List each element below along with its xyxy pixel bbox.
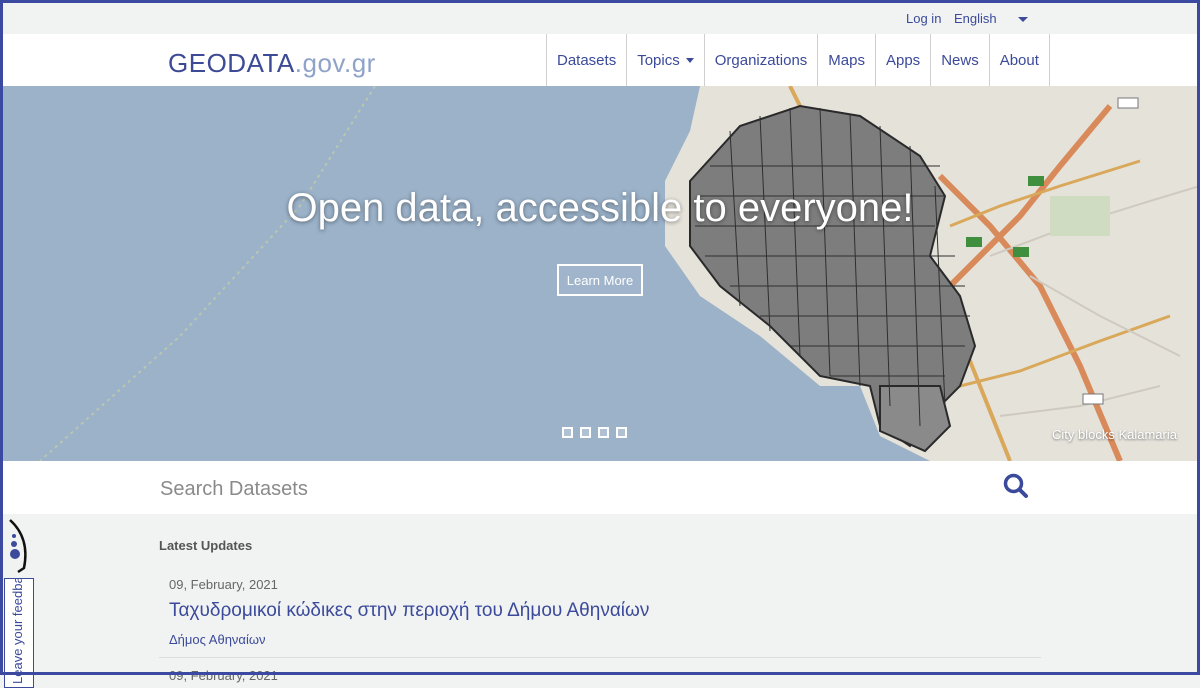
learn-more-button[interactable]: Learn More bbox=[557, 264, 643, 296]
carousel-dot[interactable] bbox=[616, 427, 627, 438]
nav-organizations-label: Organizations bbox=[714, 51, 808, 69]
carousel-indicators bbox=[562, 427, 627, 438]
nav-organizations[interactable]: Organizations bbox=[703, 34, 818, 86]
feedback-tab[interactable]: Leave your feedback bbox=[4, 578, 34, 688]
search-bar bbox=[0, 461, 1200, 514]
update-title-link[interactable]: Ταχυδρομικοί κώδικες στην περιοχή του Δή… bbox=[169, 600, 649, 622]
chevron-down-icon[interactable] bbox=[1018, 17, 1028, 22]
hero-carousel[interactable]: Open data, accessible to everyone! Learn… bbox=[0, 86, 1200, 461]
search-input[interactable] bbox=[158, 471, 982, 507]
update-date: 09, February, 2021 bbox=[169, 668, 278, 683]
main-nav: Datasets Topics Organizations Maps Apps … bbox=[546, 34, 1050, 86]
site-header: GEODATA.gov.gr Datasets Topics Organizat… bbox=[0, 34, 1200, 87]
caret-down-icon bbox=[685, 57, 694, 63]
nav-datasets-label: Datasets bbox=[557, 51, 617, 69]
update-org-link[interactable]: Δήμος Αθηναίων bbox=[169, 632, 649, 647]
nav-maps[interactable]: Maps bbox=[817, 34, 875, 86]
carousel-dot[interactable] bbox=[562, 427, 573, 438]
utility-bar: Log in English bbox=[0, 0, 1200, 34]
logo-domain-text: .gov.gr bbox=[294, 48, 376, 78]
list-item: 09, February, 2021 Ταχυδρομικοί κώδικες … bbox=[169, 577, 649, 647]
nav-news[interactable]: News bbox=[930, 34, 989, 86]
update-date: 09, February, 2021 bbox=[169, 577, 278, 592]
carousel-dot[interactable] bbox=[598, 427, 609, 438]
search-icon[interactable] bbox=[1002, 472, 1030, 500]
latest-updates-heading: Latest Updates bbox=[159, 538, 253, 553]
site-logo[interactable]: GEODATA.gov.gr bbox=[168, 48, 376, 79]
nav-datasets[interactable]: Datasets bbox=[546, 34, 626, 86]
slide-caption: City blocks Kalamaria bbox=[1052, 427, 1177, 442]
nav-topics-label: Topics bbox=[637, 51, 680, 69]
login-link[interactable]: Log in bbox=[906, 11, 941, 26]
language-select[interactable]: English bbox=[954, 11, 997, 26]
nav-about[interactable]: About bbox=[988, 34, 1050, 86]
feedback-logo-icon[interactable] bbox=[4, 516, 32, 576]
logo-main-text: GEODATA bbox=[168, 48, 295, 78]
divider bbox=[159, 657, 1041, 658]
nav-news-label: News bbox=[941, 51, 979, 69]
nav-about-label: About bbox=[999, 51, 1039, 69]
hero-title: Open data, accessible to everyone! bbox=[286, 186, 914, 230]
nav-maps-label: Maps bbox=[828, 51, 865, 69]
feedback-label: Leave your feedback bbox=[10, 578, 25, 684]
nav-topics[interactable]: Topics bbox=[626, 34, 704, 86]
nav-apps-label: Apps bbox=[885, 51, 921, 69]
carousel-dot[interactable] bbox=[580, 427, 591, 438]
nav-apps[interactable]: Apps bbox=[874, 34, 930, 86]
